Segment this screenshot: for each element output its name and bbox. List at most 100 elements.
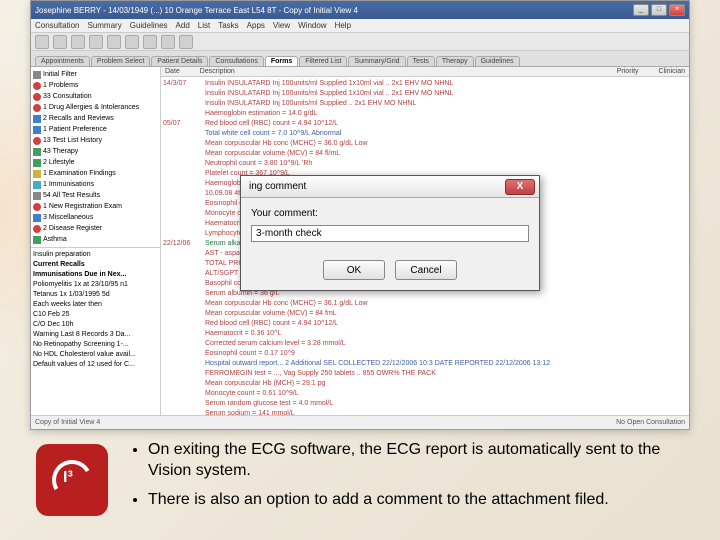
toolbar-icon[interactable] [125, 35, 139, 49]
toolbar-icon[interactable] [107, 35, 121, 49]
col-clinician: Clinician [659, 68, 685, 75]
tree-label: Initial Filter [43, 69, 77, 80]
comment-label: Your comment: [251, 208, 529, 219]
list-row[interactable]: Eosinophil count = 0.17 10^9 [163, 349, 687, 359]
row-date [163, 159, 199, 169]
sidebar-note: Warning Last 8 Records 3 Da... [33, 330, 158, 340]
list-row[interactable]: 05/07Red blood cell (RBC) count = 4.94 1… [163, 119, 687, 129]
tree-item[interactable]: 43 Therapy [33, 146, 158, 157]
tree-item[interactable]: 3 Miscellaneous [33, 212, 158, 223]
list-row[interactable]: Corrected serum calcium level = 3.28 mmo… [163, 339, 687, 349]
menu-item[interactable]: Consultation [35, 21, 79, 30]
close-button[interactable]: × [669, 4, 685, 16]
toolbar-icon[interactable] [71, 35, 85, 49]
list-row[interactable]: Mean corpuscular Hb (MCH) = 29.1 pg [163, 379, 687, 389]
menu-item[interactable]: View [273, 21, 290, 30]
menu-item[interactable]: Help [335, 21, 351, 30]
toolbar-icon[interactable] [179, 35, 193, 49]
tab-summary-grid[interactable]: Summary/Grid [348, 56, 405, 66]
ok-button[interactable]: OK [323, 260, 385, 280]
row-desc: Monocyte count = 0.61 10^9/L [205, 389, 299, 399]
tab-consultations[interactable]: Consultations [209, 56, 263, 66]
toolbar-icon[interactable] [89, 35, 103, 49]
menu-item[interactable]: List [198, 21, 210, 30]
tree-item[interactable]: 2 Lifestyle [33, 157, 158, 168]
titlebar: Josephine BERRY - 14/03/1949 (...) 10 Or… [31, 1, 689, 19]
row-date [163, 359, 199, 369]
i3-logo: I³ [36, 444, 108, 516]
menu-item[interactable]: Tasks [218, 21, 238, 30]
menu-item[interactable]: Summary [87, 21, 121, 30]
tree-item[interactable]: 2 Disease Register [33, 223, 158, 234]
list-row[interactable]: Hospital outward report... 2 Additional … [163, 359, 687, 369]
tree-item[interactable]: 54 All Test Results [33, 190, 158, 201]
row-date [163, 199, 199, 209]
row-date [163, 279, 199, 289]
tree-item[interactable]: Initial Filter [33, 69, 158, 80]
menu-item[interactable]: Apps [247, 21, 265, 30]
row-desc: Mean corpuscular Hb conc (MCHC) = 36.0 g… [205, 139, 368, 149]
list-row[interactable]: Mean corpuscular volume (MCV) = 84 fl/mL [163, 149, 687, 159]
toolbar-icon[interactable] [35, 35, 49, 49]
tree-icon [33, 236, 41, 244]
list-row[interactable]: Total white cell count = 7.0 10^9/L Abno… [163, 129, 687, 139]
tree-item[interactable]: 1 Patient Preference [33, 124, 158, 135]
maximize-button[interactable]: □ [651, 4, 667, 16]
tab-filtered-list[interactable]: Filtered List [299, 56, 347, 66]
list-row[interactable]: 14/3/07Insulin INSULATARD Inj 100units/m… [163, 79, 687, 89]
list-row[interactable]: Haematocrit = 0.36 10^L [163, 329, 687, 339]
sidebar-note: C/O Dec 10h [33, 320, 158, 330]
tree-item[interactable]: Asthma [33, 234, 158, 245]
row-date [163, 349, 199, 359]
tree-icon [33, 214, 41, 222]
list-row[interactable]: Monocyte count = 0.61 10^9/L [163, 389, 687, 399]
minimize-button[interactable]: _ [633, 4, 649, 16]
tree-item[interactable]: 13 Test List History [33, 135, 158, 146]
list-row[interactable]: Haemoglobin estimation = 14.0 g/dL [163, 109, 687, 119]
list-row[interactable]: Insulin INSULATARD Inj 100units/ml Suppl… [163, 89, 687, 99]
toolbar-icon[interactable] [53, 35, 67, 49]
sidebar-lower: Insulin preparation Current Recalls Immu… [31, 247, 160, 415]
list-row[interactable]: Mean corpuscular Hb conc (MCHC) = 36.0 g… [163, 139, 687, 149]
list-header: Date Description Priority Clinician [161, 67, 689, 77]
logo-text: I³ [63, 469, 73, 487]
sidebar-note: No Retinopathy Screening 1-... [33, 340, 158, 350]
tree-item[interactable]: 33 Consultation [33, 91, 158, 102]
menu-item[interactable]: Window [298, 21, 326, 30]
tab-therapy[interactable]: Therapy [436, 56, 474, 66]
list-row[interactable]: Insulin INSULATARD Inj 100units/ml Suppl… [163, 99, 687, 109]
tree-item[interactable]: 1 Immunisations [33, 179, 158, 190]
row-date [163, 179, 199, 189]
tab-problem-select[interactable]: Problem Select [91, 56, 150, 66]
row-desc: FERROMEGIN test = ..., Vag Supply 250 ta… [205, 369, 436, 379]
list-row[interactable]: FERROMEGIN test = ..., Vag Supply 250 ta… [163, 369, 687, 379]
list-row[interactable]: Neutrophil count = 3.80 10^9/L 'Rh [163, 159, 687, 169]
list-row[interactable]: Serum random glucose test = 4.0 mmol/L [163, 399, 687, 409]
tab-appointments[interactable]: Appointments [35, 56, 90, 66]
toolbar-icon[interactable] [161, 35, 175, 49]
tree-item[interactable]: 2 Recalls and Reviews [33, 113, 158, 124]
statusbar: Copy of Initial View 4 No Open Consultat… [31, 415, 689, 429]
tab-forms[interactable]: Forms [265, 56, 298, 66]
comment-input[interactable] [251, 225, 529, 242]
tree-item[interactable]: 1 Problems [33, 80, 158, 91]
status-right: No Open Consultation [616, 419, 685, 426]
tab-guidelines[interactable]: Guidelines [475, 56, 520, 66]
list-row[interactable]: Mean corpuscular Hb conc (MCHC) = 36.1 g… [163, 299, 687, 309]
menu-item[interactable]: Guidelines [130, 21, 168, 30]
row-date [163, 319, 199, 329]
row-date [163, 339, 199, 349]
tab-patient-details[interactable]: Patient Details [151, 56, 208, 66]
tab-tests[interactable]: Tests [407, 56, 435, 66]
menu-item[interactable]: Add [176, 21, 190, 30]
tree-item[interactable]: 1 Drug Allergies & Intolerances [33, 102, 158, 113]
dialog-close-button[interactable]: X [505, 179, 535, 195]
list-row[interactable]: Mean corpuscular volume (MCV) = 84 fmL [163, 309, 687, 319]
tree-icon [33, 82, 41, 90]
tree-item[interactable]: 1 Examination Findings [33, 168, 158, 179]
cancel-button[interactable]: Cancel [395, 260, 457, 280]
toolbar-icon[interactable] [143, 35, 157, 49]
list-row[interactable]: Red blood cell (RBC) count = 4.94 10^12/… [163, 319, 687, 329]
list-row[interactable]: Serum sodium = 141 mmol/L [163, 409, 687, 415]
tree-item[interactable]: 1 New Registration Exam [33, 201, 158, 212]
